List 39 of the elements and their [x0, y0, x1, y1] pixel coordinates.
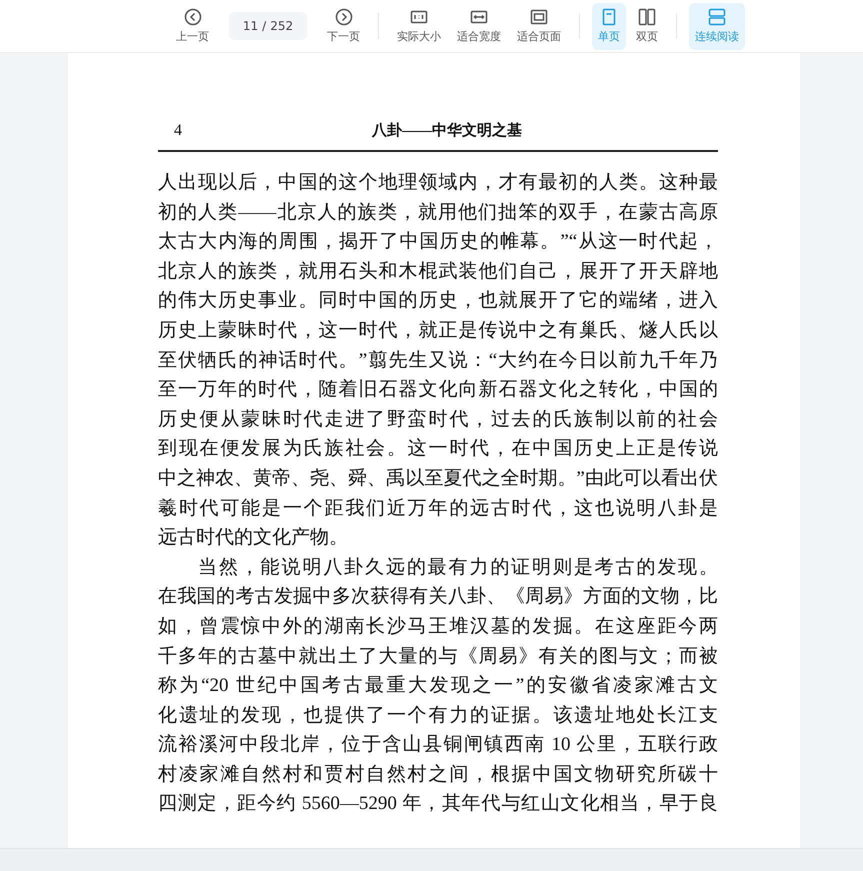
text-line: 四测定，距今约 5560—5290 年，其年代与红山文化相当，早于良 [158, 792, 718, 816]
text-line: 称为“20 世纪中国考古最重大发现之一”的安徽省凌家滩古文 [158, 674, 718, 698]
toolbar-button[interactable]: 上一页 [170, 2, 215, 50]
page-number: 4 [174, 122, 182, 140]
toolbar-button[interactable]: 双页 [630, 2, 664, 50]
text-line: 村凌家滩自然村和贾村自然村之间，根据中国文物研究所碳十 [158, 762, 718, 787]
text-line: 北京人的族类，就用石头和木棍武装他们自己，展开了开天辟地 [158, 260, 718, 284]
one-to-one-icon [410, 8, 428, 26]
toolbar-button[interactable]: 实际大小 [391, 2, 447, 50]
text-line: 初的人类——北京人的族类，就用他们拙笨的双手，在蒙古高原 [158, 200, 718, 225]
text-line: 在我国的考古发掘中多次获得有关八卦、《周易》方面的文物，比 [158, 585, 718, 610]
text-line: 中之神农、黄帝、尧、舜、禹以至夏代之全时期。”由此可以看出伏 [158, 466, 718, 491]
single-page-icon [600, 8, 618, 26]
text-line: 流裕溪河中段北岸，位于含山县铜闸镇西南 10 公里，五联行政 [158, 733, 718, 758]
text-line: 如，曾震惊中外的湖南长沙马王堆汉墓的发掘。在这座距今两 [158, 614, 718, 639]
text-line: 历史便从蒙昧时代走进了野蛮时代，过去的氏族制以前的社会 [158, 408, 718, 432]
text-line: 历史上蒙昧时代，这一时代，就正是传说中之有巢氏、燧人氏以 [158, 318, 718, 343]
fit-page-icon [530, 8, 548, 26]
text-line: 至一万年的时代，随着旧石器文化向新石器文化之转化，中国的 [158, 378, 718, 402]
text-line: 千多年的古墓中就出土了大量的与《周易》有关的图与文；而被 [158, 644, 718, 668]
toolbar-button[interactable]: 适合页面 [511, 2, 567, 50]
text-line: 当然，能说明八卦久远的最有力的证明则是考古的发现。 [197, 556, 718, 580]
text-line: 化遗址的发现，也提供了一个有力的证据。该遗址地处长江支 [158, 704, 718, 728]
toolbar-button[interactable]: 下一页 [321, 2, 366, 50]
toolbar-button[interactable]: 适合宽度 [451, 2, 507, 50]
text-line: 远古时代的文化产物。 [158, 526, 349, 550]
text-line: 到现在便发展为氏族社会。这一时代，在中国历史上正是传说 [158, 437, 718, 462]
text-line: 至伏牺氏的神话时代。”翦先生又说：“大约在今日以前九千年乃 [158, 348, 718, 373]
text-line: 太古大内海的周围，揭开了中国历史的帷幕。”“从这一时代起， [158, 230, 718, 254]
chevron-left-circle-icon [184, 8, 202, 26]
page-number-field[interactable]: 11 / 252 [229, 12, 307, 40]
double-page-icon [638, 8, 656, 26]
continuous-pages-icon [708, 8, 726, 26]
running-title: 八卦——中华文明之基 [372, 121, 522, 140]
fit-width-icon [470, 8, 488, 26]
chevron-right-circle-icon [334, 8, 352, 26]
text-line: 羲时代可能是一个距我们近万年的远古时代，这也说明八卦是 [158, 496, 718, 521]
text-line: 的伟大历史事业。同时中国的历史，也就展开了它的端绪，进入 [158, 289, 718, 314]
text-line: 人出现以后，中国的这个地理领域内，才有最初的人类。这种最 [158, 171, 718, 195]
